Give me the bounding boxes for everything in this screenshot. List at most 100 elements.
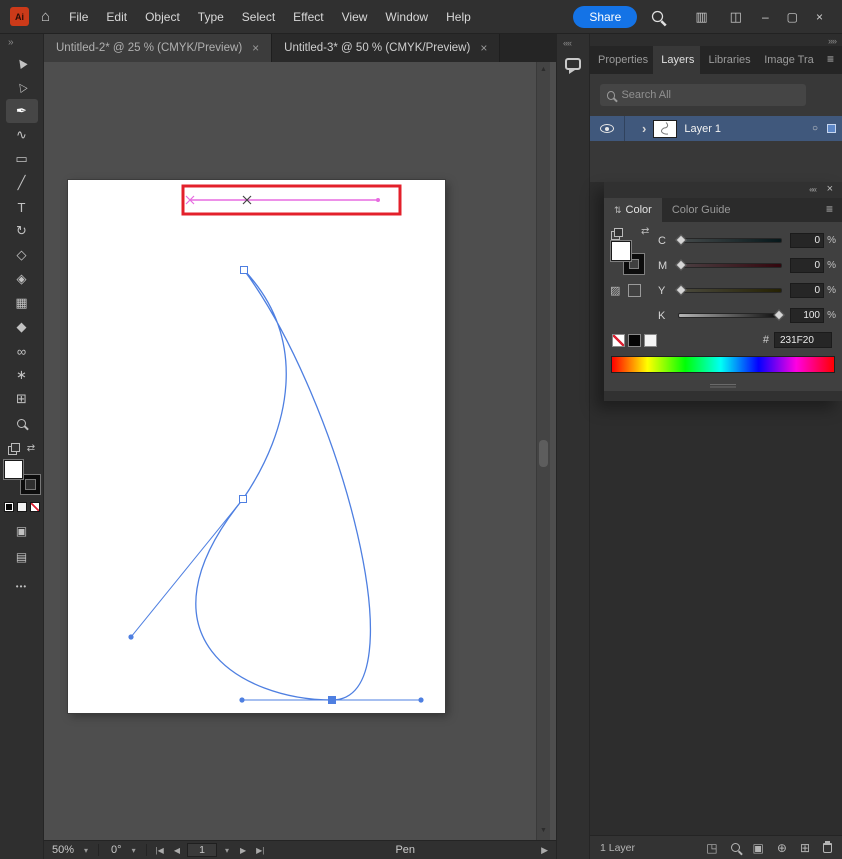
fill-swatch[interactable] — [3, 460, 23, 479]
cyan-value-field[interactable]: 0 — [790, 233, 824, 248]
layer-row[interactable]: › Layer 1 ○ — [590, 116, 842, 141]
zoom-level[interactable]: 50% — [44, 844, 78, 856]
new-sublayer-icon[interactable]: ⊕ — [777, 841, 787, 855]
maximize-button[interactable]: ▢ — [787, 10, 798, 24]
none-chip[interactable] — [29, 502, 40, 512]
doc-tab-untitled-2[interactable]: Untitled-2* @ 25 % (CMYK/Preview) × — [44, 34, 273, 62]
lock-column[interactable] — [624, 116, 640, 141]
new-layer-icon[interactable]: ⊞ — [800, 841, 810, 855]
slider-handle[interactable] — [773, 309, 785, 321]
layer-thumbnail[interactable] — [653, 119, 678, 138]
tool-eraser[interactable]: ◇ — [6, 243, 38, 267]
first-artboard-icon[interactable]: |◀ — [151, 846, 169, 855]
color-panel-menu-icon[interactable]: ≡ — [817, 198, 842, 222]
toolbar-expand-icon[interactable]: » — [0, 34, 43, 49]
menu-edit[interactable]: Edit — [97, 0, 136, 34]
menu-help[interactable]: Help — [437, 0, 480, 34]
tab-close-icon[interactable]: × — [252, 41, 259, 55]
black-slider-track[interactable] — [678, 309, 785, 321]
statusbar-expand-icon[interactable]: ▶ — [541, 845, 556, 856]
visibility-eye-icon[interactable] — [600, 124, 614, 133]
tab-close-icon[interactable]: × — [480, 41, 487, 55]
slider-handle[interactable] — [675, 234, 687, 246]
tool-zoom[interactable] — [6, 411, 38, 435]
zoom-dropdown-icon[interactable]: ▾ — [78, 846, 94, 855]
slider-handle[interactable] — [675, 259, 687, 271]
tool-direct-selection[interactable]: ▷ — [6, 75, 38, 99]
panel-collapse-icon[interactable]: «« — [809, 185, 817, 194]
previous-artboard-icon[interactable]: ◀ — [169, 846, 185, 855]
menu-view[interactable]: View — [333, 0, 377, 34]
tool-selection[interactable]: ▶ — [6, 51, 38, 75]
workspace-switcher-icon[interactable]: ▥ — [695, 9, 707, 25]
tab-color-guide[interactable]: Color Guide — [662, 198, 741, 222]
panel-menu-icon[interactable]: ≡ — [819, 46, 842, 74]
home-icon[interactable]: ⌂ — [41, 8, 50, 25]
panel-resize-grip[interactable] — [710, 384, 736, 389]
last-artboard-icon[interactable]: ▶| — [251, 846, 269, 855]
minimize-button[interactable]: – — [762, 10, 769, 24]
make-mask-icon[interactable]: ▣ — [753, 841, 764, 855]
slider-handle[interactable] — [675, 284, 687, 296]
handle-line-middle[interactable] — [130, 498, 244, 638]
default-fill-stroke-icon[interactable] — [7, 443, 20, 455]
rotation-value[interactable]: 0° — [103, 844, 126, 856]
anchor-middle[interactable] — [239, 495, 247, 503]
close-button[interactable]: × — [816, 10, 823, 24]
arrange-documents-icon[interactable]: ◫ — [730, 9, 742, 25]
doc-tab-untitled-3[interactable]: Untitled-3* @ 50 % (CMYK/Preview) × — [272, 34, 501, 62]
scroll-up-icon[interactable]: ▲ — [537, 66, 550, 73]
tab-image-trace[interactable]: Image Tra — [756, 46, 819, 74]
black-swatch[interactable] — [628, 334, 641, 347]
bezier-path[interactable] — [195, 269, 371, 701]
tab-layers[interactable]: Layers — [653, 46, 701, 74]
handle-end-bottom-left[interactable] — [239, 697, 245, 703]
pattern-icon[interactable]: ▨ — [610, 284, 620, 297]
screen-mode-icon[interactable]: ▤ — [0, 550, 43, 564]
layer-expand-icon[interactable]: › — [642, 121, 646, 136]
comments-icon[interactable] — [565, 58, 581, 74]
hex-value-field[interactable]: 231F20 — [774, 332, 832, 348]
handle-end-middle[interactable] — [128, 634, 134, 640]
tool-curvature[interactable]: ∿ — [6, 123, 38, 147]
menu-type[interactable]: Type — [189, 0, 233, 34]
locate-object-icon[interactable] — [730, 843, 740, 852]
white-swatch[interactable] — [644, 334, 657, 347]
gradient-chip[interactable] — [16, 502, 27, 512]
edit-toolbar-icon[interactable]: ••• — [0, 582, 43, 591]
menu-effect[interactable]: Effect — [284, 0, 332, 34]
tool-symbol-sprayer[interactable]: ∗ — [6, 363, 38, 387]
scroll-down-icon[interactable]: ▼ — [537, 827, 550, 834]
magenta-slider-track[interactable] — [675, 259, 782, 271]
black-value-field[interactable]: 100 — [790, 308, 824, 323]
tool-artboard[interactable]: ⊞ — [6, 387, 38, 411]
menu-object[interactable]: Object — [136, 0, 189, 34]
draw-mode-icon[interactable]: ▣ — [0, 524, 43, 538]
artboard-dropdown-icon[interactable]: ▾ — [219, 846, 235, 855]
stroke-swatch[interactable] — [20, 475, 40, 494]
tool-blend[interactable]: ∞ — [6, 339, 38, 363]
yellow-slider-track[interactable] — [675, 284, 782, 296]
search-icon[interactable] — [652, 10, 664, 23]
app-logo-icon[interactable]: Ai — [10, 7, 29, 26]
swap-fill-stroke-icon[interactable]: ⇄ — [27, 443, 35, 454]
cyan-slider-track[interactable] — [675, 234, 782, 246]
panel-close-icon[interactable]: × — [827, 183, 833, 195]
next-artboard-icon[interactable]: ▶ — [235, 846, 251, 855]
tab-libraries[interactable]: Libraries — [700, 46, 756, 74]
tool-rectangle[interactable]: ▭ — [6, 147, 38, 171]
tool-shape-builder[interactable]: ◈ — [6, 267, 38, 291]
tab-properties[interactable]: Properties — [590, 46, 653, 74]
magenta-value-field[interactable]: 0 — [790, 258, 824, 273]
delete-layer-icon[interactable] — [823, 840, 832, 853]
dock-expand-icon[interactable]: »» — [828, 36, 837, 46]
menu-window[interactable]: Window — [376, 0, 437, 34]
target-circle-icon[interactable]: ○ — [812, 123, 818, 134]
layer-name[interactable]: Layer 1 — [684, 123, 721, 135]
tool-mesh[interactable]: ▦ — [6, 291, 38, 315]
tab-color[interactable]: ⇅ Color — [604, 198, 662, 222]
collect-for-export-icon[interactable]: ◳ — [706, 841, 717, 855]
layers-search-field[interactable] — [600, 84, 806, 106]
none-swatch[interactable] — [612, 334, 625, 347]
none-square-icon[interactable] — [628, 284, 641, 297]
